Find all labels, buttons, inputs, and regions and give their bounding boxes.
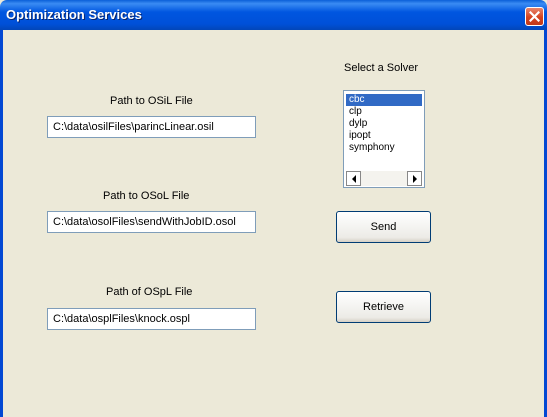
send-button[interactable]: Send [336, 211, 431, 243]
close-button[interactable] [525, 7, 544, 26]
close-icon [529, 11, 540, 22]
solver-option-clp[interactable]: clp [346, 106, 422, 118]
solver-option-dylp[interactable]: dylp [346, 118, 422, 130]
solver-listbox[interactable]: cbc clp dylp ipopt symphony [343, 90, 425, 188]
retrieve-button[interactable]: Retrieve [336, 291, 431, 323]
solver-option-ipopt[interactable]: ipopt [346, 130, 422, 142]
osol-path-input[interactable]: C:\data\osolFiles\sendWithJobID.osol [47, 211, 256, 233]
title-bar[interactable]: Optimization Services [0, 0, 547, 30]
arrow-left-icon [352, 175, 356, 183]
osil-path-input[interactable]: C:\data\osilFiles\parincLinear.osil [47, 116, 256, 138]
solver-option-symphony[interactable]: symphony [346, 142, 422, 154]
osol-path-label: Path to OSoL File [103, 190, 190, 202]
scroll-right-button[interactable] [407, 171, 422, 186]
window-title: Optimization Services [6, 7, 142, 22]
solver-label: Select a Solver [344, 62, 418, 74]
horizontal-scrollbar[interactable] [346, 171, 422, 186]
scroll-left-button[interactable] [346, 171, 361, 186]
window-frame-left [0, 30, 3, 417]
solver-option-cbc[interactable]: cbc [346, 94, 422, 106]
ospl-path-label: Path of OSpL File [106, 286, 193, 298]
arrow-right-icon [413, 175, 417, 183]
ospl-path-input[interactable]: C:\data\osplFiles\knock.ospl [47, 308, 256, 330]
osil-path-label: Path to OSiL File [110, 95, 193, 107]
